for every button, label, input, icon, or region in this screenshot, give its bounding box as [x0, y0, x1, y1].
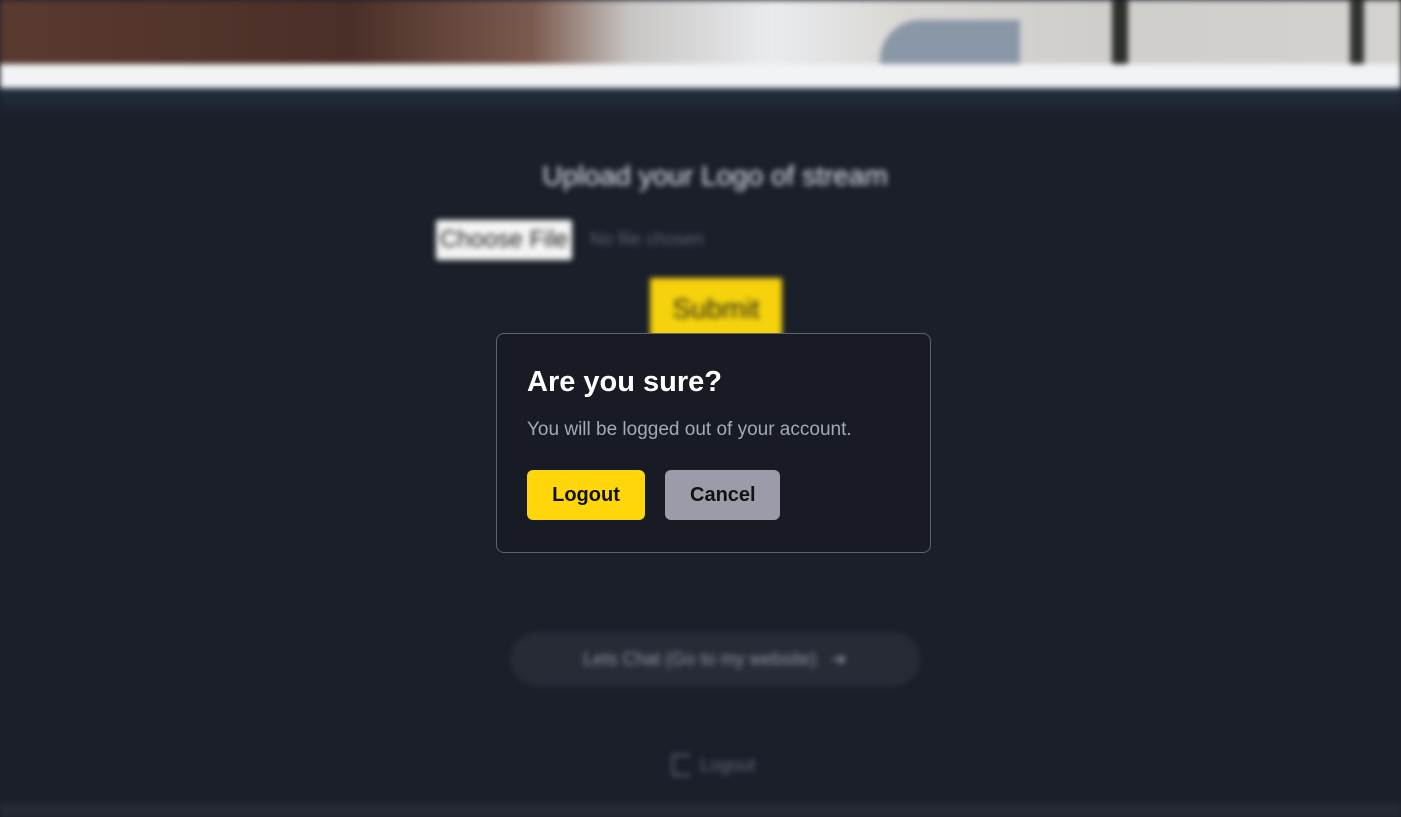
logout-link-label: Logout: [700, 754, 756, 775]
hero-image: [0, 0, 1401, 64]
cancel-button[interactable]: Cancel: [665, 470, 780, 520]
page: Upload your Logo of stream Choose File N…: [0, 0, 1401, 817]
no-file-text: No file chosen: [590, 229, 705, 249]
upload-title: Upload your Logo of stream: [542, 160, 888, 191]
logout-icon: [672, 754, 690, 776]
logout-link[interactable]: Logout: [672, 754, 755, 776]
logout-button[interactable]: Logout: [527, 470, 645, 520]
dialog-actions: Logout Cancel: [527, 470, 900, 520]
choose-file-button[interactable]: Choose File: [436, 220, 572, 260]
dialog-message: You will be logged out of your account.: [527, 419, 852, 440]
submit-button[interactable]: Submit: [650, 278, 782, 340]
logout-confirm-dialog: Are you sure? You will be logged out of …: [496, 333, 931, 553]
dialog-title: Are you sure?: [527, 366, 722, 398]
arrow-right-icon: ➜: [821, 649, 847, 669]
hero-bottom-band: [0, 64, 1401, 88]
chat-website-button[interactable]: Lets Chat (Go to my website) ➜: [510, 632, 920, 686]
footer-strip: [0, 803, 1401, 817]
chat-website-label: Lets Chat (Go to my website): [583, 649, 817, 669]
